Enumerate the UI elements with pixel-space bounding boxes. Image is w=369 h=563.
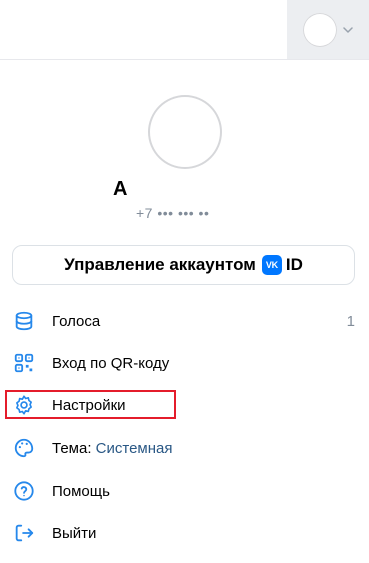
logout-icon [12, 521, 36, 545]
qr-code-icon [12, 351, 36, 375]
theme-label: Тема: [52, 439, 92, 457]
menu-item-votes[interactable]: Голоса 1 [0, 300, 369, 342]
menu-item-label: Помощь [52, 482, 110, 500]
menu-item-theme[interactable]: Тема: Системная [0, 427, 369, 469]
coins-stack-icon [12, 309, 36, 333]
help-icon [12, 479, 36, 503]
profile-menu-page: А +7 ••• ••• •• Управление аккаунтом VK … [0, 0, 369, 563]
manage-account-button[interactable]: Управление аккаунтом VK ID [12, 245, 355, 285]
highlight-box [5, 390, 176, 419]
menu-item-label: Вход по QR-коду [52, 354, 170, 372]
vk-id-label: ID [285, 255, 303, 274]
palette-icon [12, 436, 36, 460]
user-name: А [113, 178, 128, 200]
chevron-down-icon [343, 26, 353, 34]
user-phone: +7 ••• ••• •• [136, 205, 210, 221]
votes-count: 1 [346, 312, 355, 330]
menu-item-label: Голоса [52, 312, 101, 330]
avatar [303, 12, 337, 47]
menu-item-label: Тема: Системная [52, 440, 173, 457]
menu-item-qr-login[interactable]: Вход по QR-коду [0, 342, 369, 384]
menu-item-logout[interactable]: Выйти [0, 512, 369, 554]
manage-account-label: Управление аккаунтом [64, 255, 256, 274]
profile-menu-toggle[interactable] [287, 0, 369, 59]
theme-value: Системная [95, 439, 173, 457]
profile-avatar[interactable] [148, 95, 222, 169]
top-bar [0, 0, 369, 60]
menu-item-help[interactable]: Помощь [0, 470, 369, 512]
vk-logo-icon: VK [261, 255, 282, 275]
menu-item-label: Выйти [52, 524, 97, 542]
